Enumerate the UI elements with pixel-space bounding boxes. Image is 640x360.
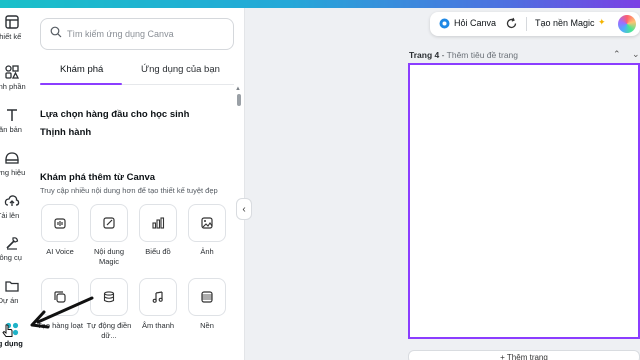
- brand-icon: [5, 152, 19, 164]
- app-label: Nội dung Magic: [93, 247, 125, 266]
- rail-label: ương hiệu: [0, 168, 26, 177]
- app-bulk-create[interactable]: Tạo hàng loạt: [37, 278, 83, 331]
- side-rail: Thiết kế hành phần Văn bản ương hiệu Tải…: [0, 8, 30, 360]
- rail-label: Công cụ: [0, 253, 22, 262]
- rail-label: Văn bản: [0, 125, 22, 134]
- app-autofill[interactable]: Tự động điền dữ...: [87, 278, 131, 341]
- page-title-input[interactable]: Thêm tiêu đề trang: [447, 50, 518, 60]
- app-audio[interactable]: Âm thanh: [139, 278, 177, 331]
- app-background[interactable]: Nền: [188, 278, 226, 331]
- sparkle-icon: ✦: [598, 17, 606, 27]
- app-chart[interactable]: Biểu đồ: [139, 204, 177, 257]
- search-input[interactable]: [67, 26, 227, 42]
- autofill-icon: [103, 291, 115, 303]
- scrollbar-thumb[interactable]: [237, 94, 241, 106]
- rail-item-text[interactable]: Văn bản: [0, 107, 30, 134]
- projects-icon: [5, 281, 19, 292]
- apps-panel: Khám phá Ứng dụng của bạn ▲ Lựa chọn hàn…: [30, 8, 245, 360]
- app-label: AI Voice: [46, 247, 74, 256]
- app-label: Nền: [200, 321, 214, 330]
- background-icon: [201, 291, 213, 303]
- page-number: Trang 4: [409, 50, 440, 60]
- tab-discover[interactable]: Khám phá: [60, 64, 103, 75]
- rail-label: hành phần: [0, 82, 26, 91]
- top-toolbar: Hỏi Canva Tạo nền Magic ✦: [430, 12, 640, 36]
- app-label: Âm thanh: [141, 321, 175, 330]
- rail-label: Tải lên: [0, 211, 20, 220]
- app-label: Biểu đồ: [145, 247, 171, 256]
- ai-voice-icon: [54, 218, 66, 229]
- upload-icon: [4, 195, 20, 206]
- chevron-left-icon: ‹: [242, 203, 246, 215]
- design-page-canvas[interactable]: [408, 63, 640, 339]
- app-photo[interactable]: Ảnh: [188, 204, 226, 257]
- elements-icon: [5, 65, 20, 79]
- tools-icon: [6, 237, 19, 250]
- app-magic-content[interactable]: Nội dung Magic: [90, 204, 128, 267]
- collapse-panel-button[interactable]: ‹: [236, 198, 252, 220]
- page-label[interactable]: Trang 4 - Thêm tiêu đề trang: [409, 50, 518, 60]
- text-icon: [7, 109, 17, 121]
- tab-your-apps[interactable]: Ứng dụng của bạn: [141, 64, 220, 75]
- canva-ai-icon: [439, 18, 450, 29]
- scroll-up-icon[interactable]: ▲: [235, 86, 241, 92]
- chevron-down-icon[interactable]: ⌄: [632, 49, 640, 60]
- toolbar-divider: [526, 17, 527, 31]
- search-box[interactable]: [40, 18, 234, 50]
- magic-create-button[interactable]: Tạo nền Magic: [535, 18, 595, 28]
- rail-label: Dự án: [0, 296, 19, 305]
- design-icon: [5, 15, 19, 29]
- rail-label: ng dụng: [0, 339, 23, 348]
- app-label: Tạo hàng loạt: [37, 321, 83, 330]
- section-top-picks[interactable]: Lựa chọn hàng đầu cho học sinh: [40, 109, 189, 120]
- section-discover-more: Khám phá thêm từ Canva: [40, 172, 156, 183]
- rail-item-upload[interactable]: Tải lên: [0, 193, 30, 220]
- bulk-create-icon: [54, 291, 66, 303]
- chevron-up-icon[interactable]: ⌃: [613, 49, 621, 60]
- active-tab-indicator: [40, 83, 122, 85]
- audio-icon: [152, 291, 163, 303]
- search-icon: [50, 26, 62, 38]
- magic-content-icon: [103, 217, 115, 229]
- rail-item-design[interactable]: Thiết kế: [0, 14, 30, 41]
- rail-label: Thiết kế: [0, 32, 22, 41]
- refresh-icon[interactable]: [505, 17, 518, 30]
- rail-item-elements[interactable]: hành phần: [0, 64, 30, 91]
- section-discover-more-subtitle: Truy cập nhiều nội dung hơn để tạo thiết…: [40, 186, 218, 195]
- rail-item-projects[interactable]: Dự án: [0, 278, 30, 305]
- color-wheel-icon[interactable]: [618, 15, 636, 33]
- add-page-button[interactable]: + Thêm trang: [408, 350, 640, 360]
- mouse-pointer-icon: [2, 324, 13, 337]
- chart-icon: [152, 217, 165, 229]
- rail-item-tools[interactable]: Công cụ: [0, 235, 30, 262]
- photo-icon: [201, 217, 213, 229]
- section-trending[interactable]: Thịnh hành: [40, 127, 91, 138]
- app-label: Ảnh: [200, 247, 214, 256]
- app-ai-voice[interactable]: AI Voice: [41, 204, 79, 257]
- app-label: Tự động điền dữ...: [86, 321, 132, 340]
- panel-tabs: Khám phá Ứng dụng của bạn: [40, 64, 234, 86]
- rail-item-brand[interactable]: ương hiệu: [0, 150, 30, 177]
- ask-canva-button[interactable]: Hỏi Canva: [454, 18, 496, 28]
- top-gradient-bar: [0, 0, 640, 8]
